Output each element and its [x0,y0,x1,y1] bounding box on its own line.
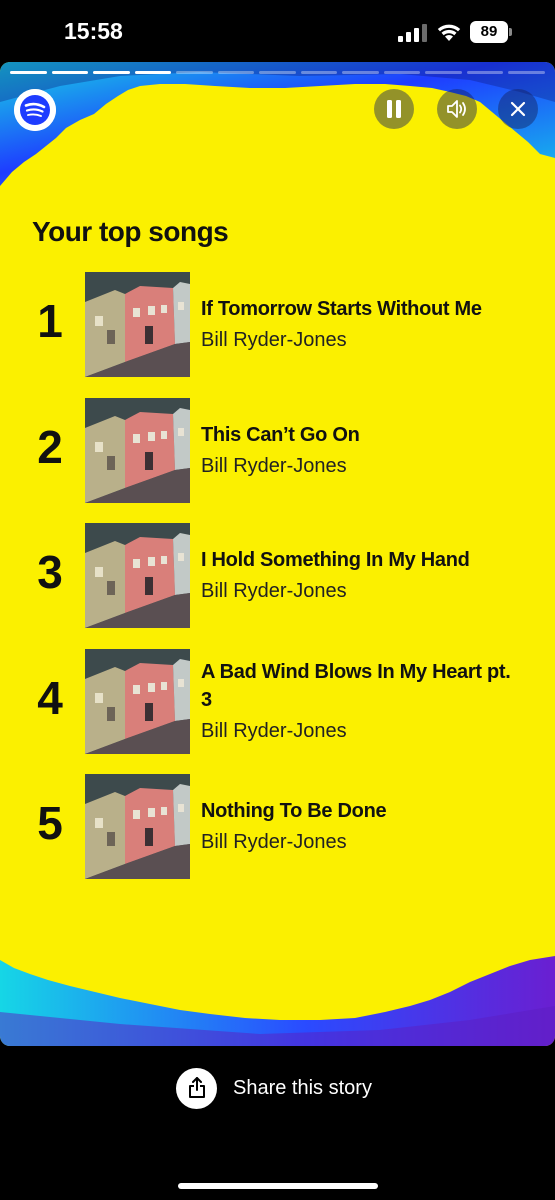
song-rank: 4 [37,672,63,724]
song-row[interactable]: 4 A Bad Wind Blows In My Heart pt. 3 Bill … [0,649,555,755]
song-info: I Hold Something In My Hand Bill Ryder-Jo… [201,523,521,628]
wifi-icon [437,24,461,41]
sound-button[interactable] [437,89,477,129]
battery-level: 89 [470,21,508,43]
progress-segment [259,71,296,74]
progress-segment [300,71,338,74]
progress-segment [176,71,213,74]
album-cover [85,774,190,879]
song-row[interactable]: 3 I Hold Something In My Hand Bill Ryder-J… [0,523,555,629]
song-rank: 1 [37,295,63,347]
song-row[interactable]: 5 Nothing To Be Done Bill Ryder-Jones [0,774,555,880]
song-info: If Tomorrow Starts Without Me Bill Ryder-… [201,272,521,377]
pause-button[interactable] [374,89,414,129]
speaker-icon [447,100,466,118]
song-info: A Bad Wind Blows In My Heart pt. 3 Bill R… [201,649,521,754]
progress-segment [425,71,462,74]
song-title: This Can’t Go On [201,424,360,446]
progress-segment [342,71,379,74]
song-title: A Bad Wind Blows In My Heart pt. 3 [201,661,511,711]
share-label: Share this story [233,1076,372,1099]
song-title: If Tomorrow Starts Without Me [201,298,482,320]
signal-icon [398,24,427,42]
share-icon [176,1067,217,1109]
close-icon [510,101,526,117]
song-info: This Can’t Go On Bill Ryder-Jones [201,398,521,503]
progress-segment [508,71,545,74]
progress-segment [217,71,255,74]
album-cover [85,398,190,503]
home-indicator [178,1183,378,1189]
song-row[interactable]: 1 If Tomorrow Starts Without Me Bill Ryder… [0,272,555,378]
song-rank: 2 [37,421,63,473]
song-artist: Bill Ryder-Jones [201,455,347,477]
song-row[interactable]: 2 This Can’t Go On Bill Ryder-Jones [0,398,555,504]
album-cover [85,523,190,628]
story-progress [10,71,545,75]
song-info: Nothing To Be Done Bill Ryder-Jones [201,774,521,879]
spotify-logo-icon [14,89,56,131]
story-title: Your top songs [32,216,229,247]
share-story-button[interactable]: Share this story [176,1067,372,1109]
song-artist: Bill Ryder-Jones [201,329,347,351]
song-rank: 5 [37,797,63,849]
close-button[interactable] [498,89,538,129]
progress-segment [134,71,172,74]
album-cover [85,272,190,377]
progress-segment [383,71,421,74]
progress-segment [93,71,130,74]
battery-icon: 89 [470,21,512,43]
progress-segment [466,71,504,74]
status-time: 15:58 [64,18,123,44]
story-card[interactable]: Your top songs 1 If Tomorrow Starts Witho… [0,62,555,1046]
album-cover [85,649,190,754]
progress-segment [51,71,89,74]
song-artist: Bill Ryder-Jones [201,720,347,742]
song-title: I Hold Something In My Hand [201,549,470,571]
pause-icon [387,100,401,118]
song-artist: Bill Ryder-Jones [201,580,347,602]
song-title: Nothing To Be Done [201,800,387,822]
status-bar: 15:58 89 [0,0,555,62]
progress-segment [10,71,47,74]
song-rank: 3 [37,546,63,598]
song-artist: Bill Ryder-Jones [201,831,347,853]
